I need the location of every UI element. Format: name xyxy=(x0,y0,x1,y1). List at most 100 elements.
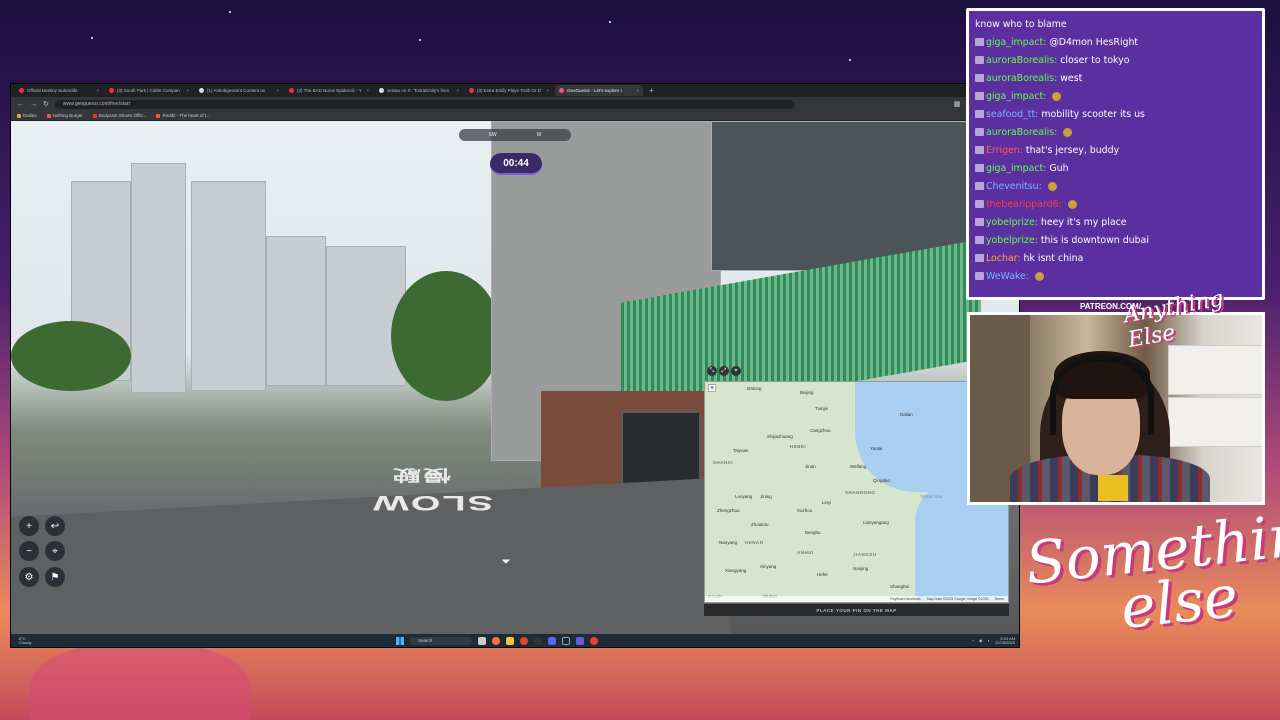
guess-map[interactable]: Datong Beijing Tianjin Dalian Shijiazhua… xyxy=(704,381,1009,603)
clock-date: 12/29/2025 xyxy=(994,639,1015,645)
bookmark-dailies[interactable]: Dailies xyxy=(17,113,37,118)
bookmark-nothing-burger[interactable]: Nothing Burger xyxy=(46,113,83,118)
system-clock[interactable]: 5:03 AM 12/29/2025 xyxy=(994,636,1015,645)
tab-label: (3) Extra Emily Plays Truth Or D xyxy=(477,88,542,93)
favicon-icon xyxy=(379,88,384,93)
tab-label: (1) Antiobgessant Content on xyxy=(207,88,266,93)
favicon-icon xyxy=(199,88,204,93)
zoom-in-button[interactable]: + xyxy=(19,516,39,536)
steam-icon[interactable] xyxy=(562,636,570,645)
map-zoom-in-button[interactable]: + xyxy=(708,384,716,392)
map-attribution: Map Data ©2025 Google, Image ©2025 xyxy=(926,597,989,601)
taskbar-search[interactable]: Search xyxy=(410,636,472,645)
move-arrow-icon[interactable]: ▼ xyxy=(499,557,513,565)
weather-desc: Cloudy xyxy=(19,639,32,645)
tab-vesiau[interactable]: vesiau on X: "ExtraEmily's frien × xyxy=(375,85,463,96)
chat-message: Errigen: that's jersey, buddy xyxy=(975,141,1256,159)
tab-label: vesiau on X: "ExtraEmily's frien xyxy=(387,88,450,93)
chat-username[interactable]: yobelprize: xyxy=(986,217,1038,228)
undo-button[interactable]: ↩ xyxy=(45,516,65,536)
close-icon[interactable]: × xyxy=(366,88,369,93)
map-label: Jining xyxy=(760,494,772,499)
chat-username[interactable]: auroraBorealis: xyxy=(986,127,1057,138)
chat-badge-icon xyxy=(975,92,984,100)
app-icon[interactable] xyxy=(576,636,584,645)
reload-icon[interactable]: ↻ xyxy=(43,100,49,108)
file-explorer-icon[interactable] xyxy=(506,636,514,645)
chat-username[interactable]: Chevenitsu: xyxy=(986,181,1042,192)
chat-username[interactable]: Lochar: xyxy=(986,253,1020,264)
chat-text: west xyxy=(1060,72,1083,84)
terms-link[interactable]: Terms xyxy=(994,597,1004,601)
chat-message: thebearippard6: xyxy=(975,195,1256,213)
bookmark-reddit[interactable]: Reddit - The heart of t... xyxy=(156,113,210,118)
chat-username[interactable]: auroraBorealis: xyxy=(986,73,1057,84)
streamer-undershirt xyxy=(1098,475,1128,501)
map-label: JIANGSU xyxy=(853,552,877,557)
map-expand-icon[interactable]: ⤡ xyxy=(707,366,717,376)
flag-button[interactable]: ⚑ xyxy=(45,567,65,587)
close-icon[interactable]: × xyxy=(456,88,459,93)
new-tab-button[interactable]: + xyxy=(645,86,658,95)
chat-text: that's jersey, buddy xyxy=(1025,144,1120,156)
keyboard-shortcuts-link[interactable]: Keyboard shortcuts xyxy=(891,597,921,601)
place-pin-guess-button[interactable]: PLACE YOUR PIN ON THE MAP xyxy=(704,604,1009,616)
close-icon[interactable]: × xyxy=(546,88,549,93)
url-field[interactable]: www.geoguessr.com/free/start xyxy=(54,99,795,109)
tab-south-park[interactable]: (3) South Park | Cable Compan × xyxy=(105,85,193,96)
tab-geoguessr[interactable]: GeoGuessr - Let's explore t × xyxy=(555,85,643,96)
chat-username[interactable]: auroraBorealis: xyxy=(986,55,1057,66)
bookmark-bodycam[interactable]: Bodycam Shows Offic... xyxy=(92,113,146,118)
chat-username[interactable]: giga_impact: xyxy=(986,91,1046,102)
forward-icon[interactable]: → xyxy=(30,101,37,108)
close-icon[interactable]: × xyxy=(636,88,639,93)
map-label: Xinyang xyxy=(760,564,777,569)
tray-chevron-icon[interactable]: ^ xyxy=(972,638,974,643)
tab-bad-nurse[interactable]: (3) The BAD Nurse Epidemic - Y × xyxy=(285,85,373,96)
tab-destiny-subreddit[interactable]: Official Destiny Subreddit × xyxy=(15,85,103,96)
zoom-out-button[interactable]: − xyxy=(19,541,39,561)
tab-extra-emily[interactable]: (3) Extra Emily Plays Truth Or D × xyxy=(465,85,553,96)
map-pin-icon[interactable]: ⌖ xyxy=(731,366,741,376)
chat-username[interactable]: yobelprize: xyxy=(986,235,1038,246)
chrome-icon[interactable] xyxy=(520,636,528,645)
weather-widget[interactable]: 8°C Cloudy xyxy=(11,636,131,645)
settings-button[interactable]: ⚙ xyxy=(19,567,39,587)
tower-building xyxy=(131,163,186,393)
task-view-icon[interactable] xyxy=(478,636,486,645)
tab-antiobgessant[interactable]: (1) Antiobgessant Content on × xyxy=(195,85,283,96)
map-label: Shanghai xyxy=(890,584,910,589)
chat-username[interactable]: giga_impact: xyxy=(986,37,1046,48)
chat-badge-icon xyxy=(975,218,984,226)
chrome-alt-icon[interactable] xyxy=(590,636,598,645)
back-icon[interactable]: ← xyxy=(17,101,24,108)
map-label: Luoyang xyxy=(735,494,753,499)
chat-username[interactable]: Errigen: xyxy=(986,145,1023,156)
network-icon[interactable]: ◉ xyxy=(979,638,983,643)
chat-badge-icon xyxy=(975,272,984,280)
firefox-icon[interactable] xyxy=(492,636,500,645)
chat-text: heey it's my place xyxy=(1040,216,1127,228)
round-timer: 00:44 xyxy=(490,153,542,175)
close-icon[interactable]: × xyxy=(276,88,279,93)
windows-start-icon[interactable] xyxy=(396,636,404,645)
chat-badge-icon xyxy=(975,128,984,136)
close-icon[interactable]: × xyxy=(96,88,99,93)
discord-icon[interactable] xyxy=(548,636,556,645)
extensions-icon[interactable]: ▦ xyxy=(954,100,961,108)
favicon-icon xyxy=(559,88,564,93)
tab-label: Official Destiny Subreddit xyxy=(27,88,78,93)
chat-emote-icon xyxy=(1047,181,1057,191)
chat-username[interactable]: seafood_tt: xyxy=(986,109,1038,120)
map-shrink-icon[interactable]: ⤢ xyxy=(719,366,729,376)
chat-username[interactable]: WeWake: xyxy=(986,271,1029,282)
tab-label: (3) The BAD Nurse Epidemic - Y xyxy=(297,88,362,93)
obs-icon[interactable] xyxy=(534,636,542,645)
chat-username[interactable]: giga_impact: xyxy=(986,163,1046,174)
close-icon[interactable]: × xyxy=(186,88,189,93)
return-to-start-button[interactable]: ⌖ xyxy=(45,541,65,561)
map-label: Nanjing xyxy=(853,566,869,571)
chat-username[interactable]: thebearippard6: xyxy=(986,199,1062,210)
volume-icon[interactable]: ◖ xyxy=(988,638,990,643)
windows-taskbar: 8°C Cloudy Search ^ ◉ ◖ 5:03 AM 12/29/20… xyxy=(11,634,1019,647)
